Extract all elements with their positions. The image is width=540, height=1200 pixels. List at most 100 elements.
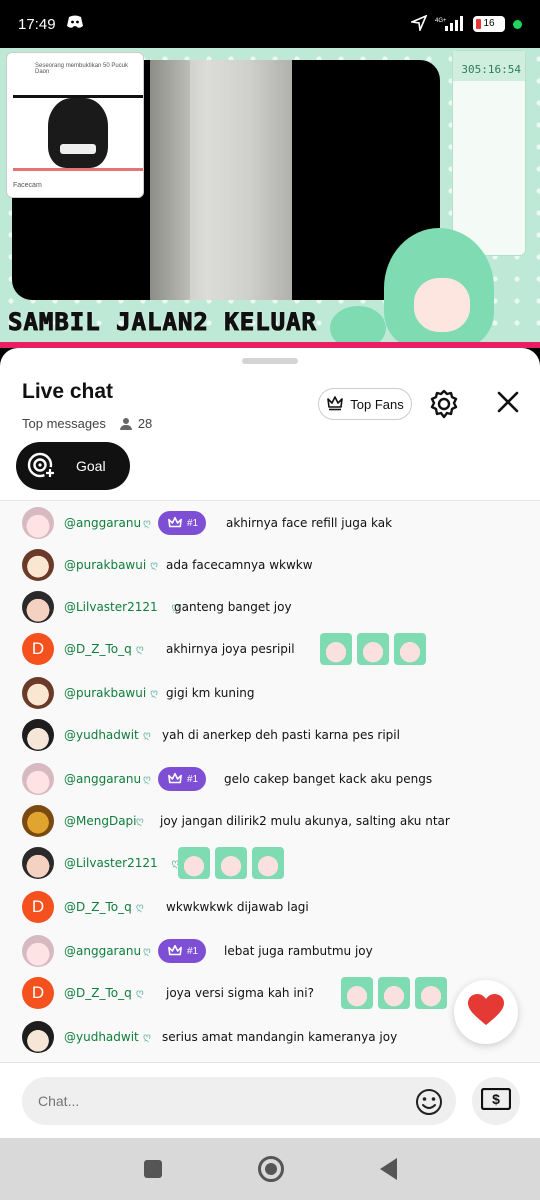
chat-filter[interactable]: Top messages 28 — [22, 416, 152, 431]
chat-username[interactable]: @D_Z_To_q — [64, 900, 132, 914]
member-badge-icon: ღ — [135, 815, 144, 827]
avatar[interactable]: D — [22, 977, 54, 1009]
top-fan-badge: #1 — [158, 767, 206, 791]
recents-button[interactable] — [143, 1160, 162, 1178]
chat-message[interactable]: @MengDapi ღ joy jangan dilirik2 mulu akuny… — [0, 801, 540, 841]
chat-message[interactable]: @anggaranu ღ #1 akhirnya face refill juga k… — [0, 503, 540, 543]
avatar[interactable] — [22, 763, 54, 795]
chat-username[interactable]: @yudhadwit — [64, 1030, 139, 1044]
member-badge-icon: ღ — [150, 559, 158, 571]
chat-message[interactable]: D @D_Z_To_q ღ wkwkwkwk dijawab lagi — [0, 887, 540, 927]
avatar[interactable] — [22, 847, 54, 879]
chat-username[interactable]: @yudhadwit — [64, 728, 139, 742]
status-bar: 17:49 4G+ 16 — [0, 0, 540, 48]
live-chat-title: Live chat — [22, 380, 114, 403]
custom-emote — [215, 847, 247, 879]
custom-emote — [414, 977, 447, 1009]
svg-text:$: $ — [492, 1091, 500, 1107]
gear-icon[interactable] — [428, 388, 460, 420]
chat-message-text: serius amat mandangin kameranya joy — [162, 1030, 398, 1044]
home-button[interactable] — [257, 1156, 284, 1182]
chat-username[interactable]: @purakbawui — [64, 686, 146, 700]
avatar[interactable] — [22, 507, 54, 539]
avatar[interactable] — [22, 549, 54, 581]
super-chat-button[interactable]: $ — [472, 1077, 520, 1125]
chat-username[interactable]: @Lilvaster2121 — [64, 856, 158, 870]
goal-icon — [26, 449, 58, 484]
facecam-label: Facecam — [13, 182, 42, 189]
chat-message[interactable]: @anggaranu ღ #1 gelo cakep banget kack aku … — [0, 759, 540, 799]
close-icon[interactable] — [494, 388, 522, 416]
stream-chat-overlay: 305:16:54 — [452, 50, 526, 256]
chat-username[interactable]: @D_Z_To_q — [64, 642, 132, 656]
chat-input[interactable] — [22, 1077, 456, 1125]
custom-emote — [340, 977, 373, 1009]
chat-message-list[interactable]: @anggaranu ღ #1 akhirnya face refill juga k… — [0, 500, 540, 1062]
chat-username[interactable]: @Lilvaster2121 — [64, 600, 158, 614]
crown-icon — [168, 772, 182, 784]
discord-icon — [66, 15, 84, 33]
chat-username[interactable]: @purakbawui — [64, 558, 146, 572]
chat-username[interactable]: @anggaranu — [64, 516, 141, 530]
chat-message[interactable]: @Lilvaster2121 ღ ganteng banget joy — [0, 587, 540, 627]
top-fans-button[interactable]: Top Fans — [318, 388, 412, 420]
custom-emote — [319, 633, 352, 665]
chat-message-text: akhirnya face refill juga kak — [226, 516, 393, 530]
goal-button[interactable]: Goal — [16, 442, 130, 490]
avatar[interactable] — [22, 935, 54, 967]
chat-message[interactable]: D @D_Z_To_q ღ akhirnya joya pesripil — [0, 629, 540, 669]
drag-handle[interactable] — [242, 358, 298, 364]
member-badge-icon: ღ — [135, 987, 144, 999]
back-button[interactable] — [379, 1158, 397, 1180]
chat-username[interactable]: @anggaranu — [64, 772, 141, 786]
chat-message-text: wkwkwkwk dijawab lagi — [166, 900, 309, 914]
member-badge-icon: ღ — [143, 773, 151, 785]
avatar[interactable] — [22, 719, 54, 751]
chat-message-text: akhirnya joya pesripil — [166, 642, 295, 656]
member-badge-icon: ღ — [135, 901, 144, 913]
chat-message-text: yah di anerkep deh pasti karna pes ripil — [162, 728, 400, 742]
live-chat-panel: Live chat Top messages 28 Top Fans Goal … — [0, 348, 540, 1138]
battery-level: 16 — [483, 18, 495, 29]
crown-icon — [168, 944, 182, 956]
avatar[interactable]: D — [22, 633, 54, 665]
crown-icon — [326, 395, 344, 414]
avatar[interactable]: D — [22, 891, 54, 923]
live-stream-video[interactable]: Seseorang membuktikan 50 Pucuk Daon Face… — [0, 48, 540, 348]
heart-reaction-button[interactable] — [454, 980, 518, 1044]
chat-message-text: joy jangan dilirik2 mulu akunya, salting… — [160, 814, 450, 828]
custom-emote — [252, 847, 284, 879]
avatar[interactable] — [22, 805, 54, 837]
subathon-timer: 305:16:54 — [453, 51, 525, 81]
chat-username[interactable]: @anggaranu — [64, 944, 141, 958]
person-icon — [119, 417, 132, 430]
member-badge-icon: ღ — [143, 1031, 151, 1043]
top-fan-badge: #1 — [158, 511, 206, 535]
system-nav-bar — [0, 1138, 540, 1200]
stream-caption: SAMBIL JALAN2 KELUAR — [8, 308, 317, 337]
chat-username[interactable]: @MengDapi — [64, 814, 137, 828]
top-fan-rank: #1 — [186, 945, 199, 957]
member-badge-icon: ღ — [143, 517, 151, 529]
chat-username[interactable]: @D_Z_To_q — [64, 986, 132, 1000]
signal-icon: 4G+ — [435, 15, 465, 34]
top-fan-badge: #1 — [158, 939, 206, 963]
monkey-image — [13, 95, 143, 171]
viewer-count-value: 28 — [137, 416, 153, 431]
chat-message[interactable]: @purakbawui ღ ada facecamnya wkwkw — [0, 545, 540, 585]
chat-message-text: ada facecamnya wkwkw — [166, 558, 313, 572]
avatar[interactable] — [22, 1021, 54, 1053]
battery-icon: 16 — [473, 16, 505, 32]
custom-emote — [356, 633, 389, 665]
emoji-icon[interactable] — [414, 1087, 444, 1117]
chat-message[interactable]: @anggaranu ღ #1 lebat juga rambutmu joy — [0, 931, 540, 971]
chat-message[interactable]: @Lilvaster2121 ღ — [0, 843, 540, 883]
chat-message[interactable]: @purakbawui ღ gigi km kuning — [0, 673, 540, 713]
avatar[interactable] — [22, 591, 54, 623]
crown-icon — [168, 516, 182, 528]
avatar[interactable] — [22, 677, 54, 709]
chat-message[interactable]: @yudhadwit ღ yah di anerkep deh pasti karn… — [0, 715, 540, 755]
chat-message-text: gigi km kuning — [166, 686, 255, 700]
clock: 17:49 — [18, 15, 56, 33]
chat-filter-label[interactable]: Top messages — [22, 416, 106, 431]
